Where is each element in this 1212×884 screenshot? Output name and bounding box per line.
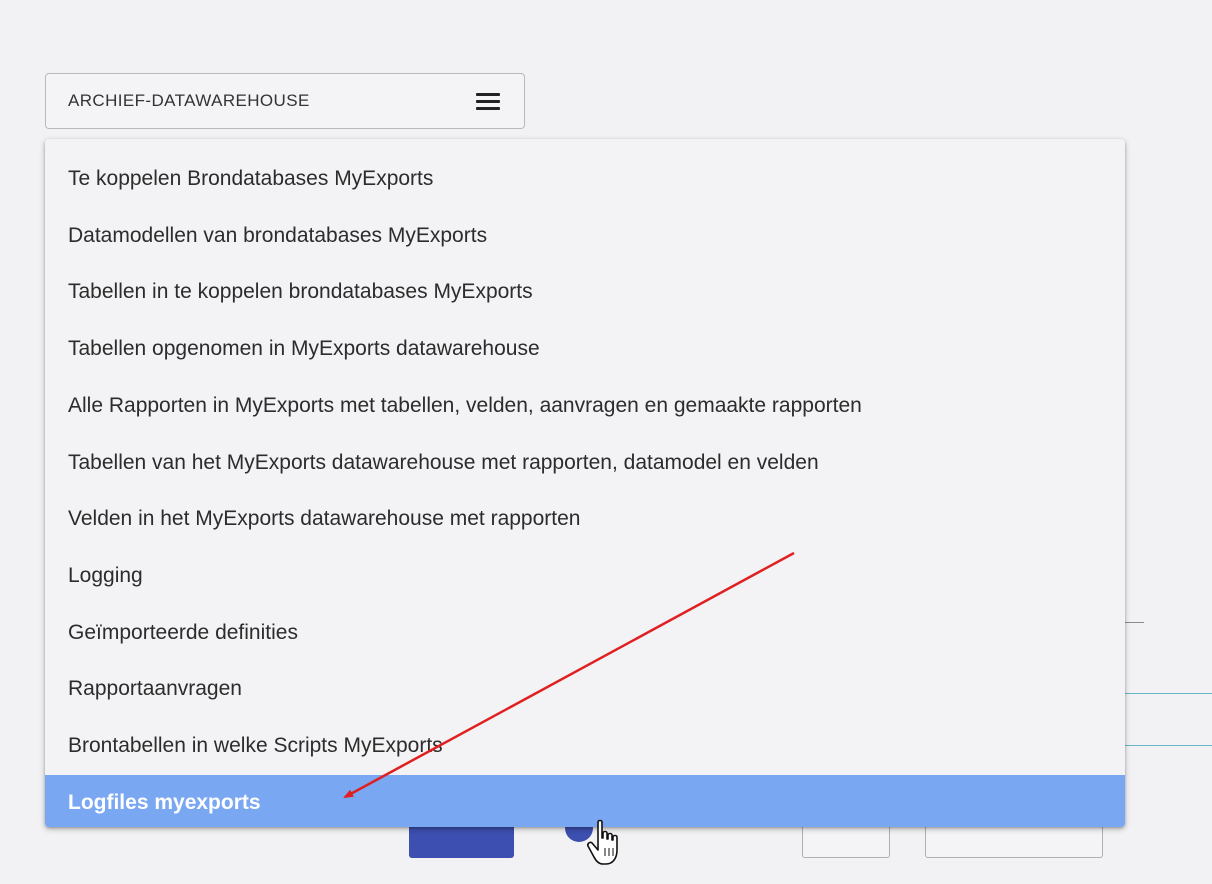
menu-item[interactable]: Geïmporteerde definities: [45, 605, 1125, 661]
menu-item[interactable]: Logfiles myexports: [45, 774, 1125, 827]
background-outline-button[interactable]: [925, 826, 1103, 858]
menu-item[interactable]: Tabellen van het MyExports datawarehouse…: [45, 435, 1125, 491]
warehouse-selector-button[interactable]: ARCHIEF-DATAWAREHOUSE: [45, 73, 525, 129]
background-divider: [1120, 693, 1212, 694]
menu-item-label: Alle Rapporten in MyExports met tabellen…: [68, 393, 862, 417]
background-radio-button[interactable]: [565, 826, 593, 842]
menu-item[interactable]: Te koppelen Brondatabases MyExports: [45, 151, 1125, 207]
menu-item-label: Te koppelen Brondatabases MyExports: [68, 167, 434, 190]
menu-item[interactable]: Datamodellen van brondatabases MyExports: [45, 208, 1125, 264]
menu-item[interactable]: Alle Rapporten in MyExports met tabellen…: [45, 378, 1125, 434]
menu-item[interactable]: Rapportaanvragen: [45, 661, 1125, 717]
warehouse-selector-label: ARCHIEF-DATAWAREHOUSE: [68, 91, 310, 110]
background-outline-button[interactable]: [802, 826, 890, 858]
page: ARCHIEF-DATAWAREHOUSE Te koppelen Bronda…: [0, 0, 1212, 884]
menu-item-label: Tabellen opgenomen in MyExports dataware…: [68, 337, 540, 361]
menu-item-label: Tabellen in te koppelen brondatabases My…: [68, 280, 533, 304]
menu-item-label: Logfiles myexports: [68, 790, 261, 814]
menu-item-label: Geïmporteerde definities: [68, 620, 298, 644]
menu-item-label: Tabellen van het MyExports datawarehouse…: [68, 450, 819, 474]
menu-icon: [476, 93, 500, 110]
menu-item-label: Rapportaanvragen: [68, 677, 242, 701]
menu-item-label: Datamodellen van brondatabases MyExports: [68, 223, 488, 247]
menu-item-label: Velden in het MyExports datawarehouse me…: [68, 507, 581, 531]
menu-item[interactable]: Tabellen opgenomen in MyExports dataware…: [45, 321, 1125, 377]
menu-item[interactable]: Logging: [45, 548, 1125, 604]
background-divider: [1120, 745, 1212, 746]
menu-item[interactable]: Tabellen in te koppelen brondatabases My…: [45, 264, 1125, 320]
menu-item-label: Logging: [68, 563, 143, 587]
menu-item[interactable]: Brontabellen in welke Scripts MyExports: [45, 718, 1125, 774]
menu-item-label: Brontabellen in welke Scripts MyExports: [68, 734, 443, 757]
dropdown-menu: Te koppelen Brondatabases MyExports Datam…: [45, 139, 1125, 827]
background-primary-button[interactable]: [409, 826, 514, 858]
menu-item[interactable]: Velden in het MyExports datawarehouse me…: [45, 491, 1125, 547]
